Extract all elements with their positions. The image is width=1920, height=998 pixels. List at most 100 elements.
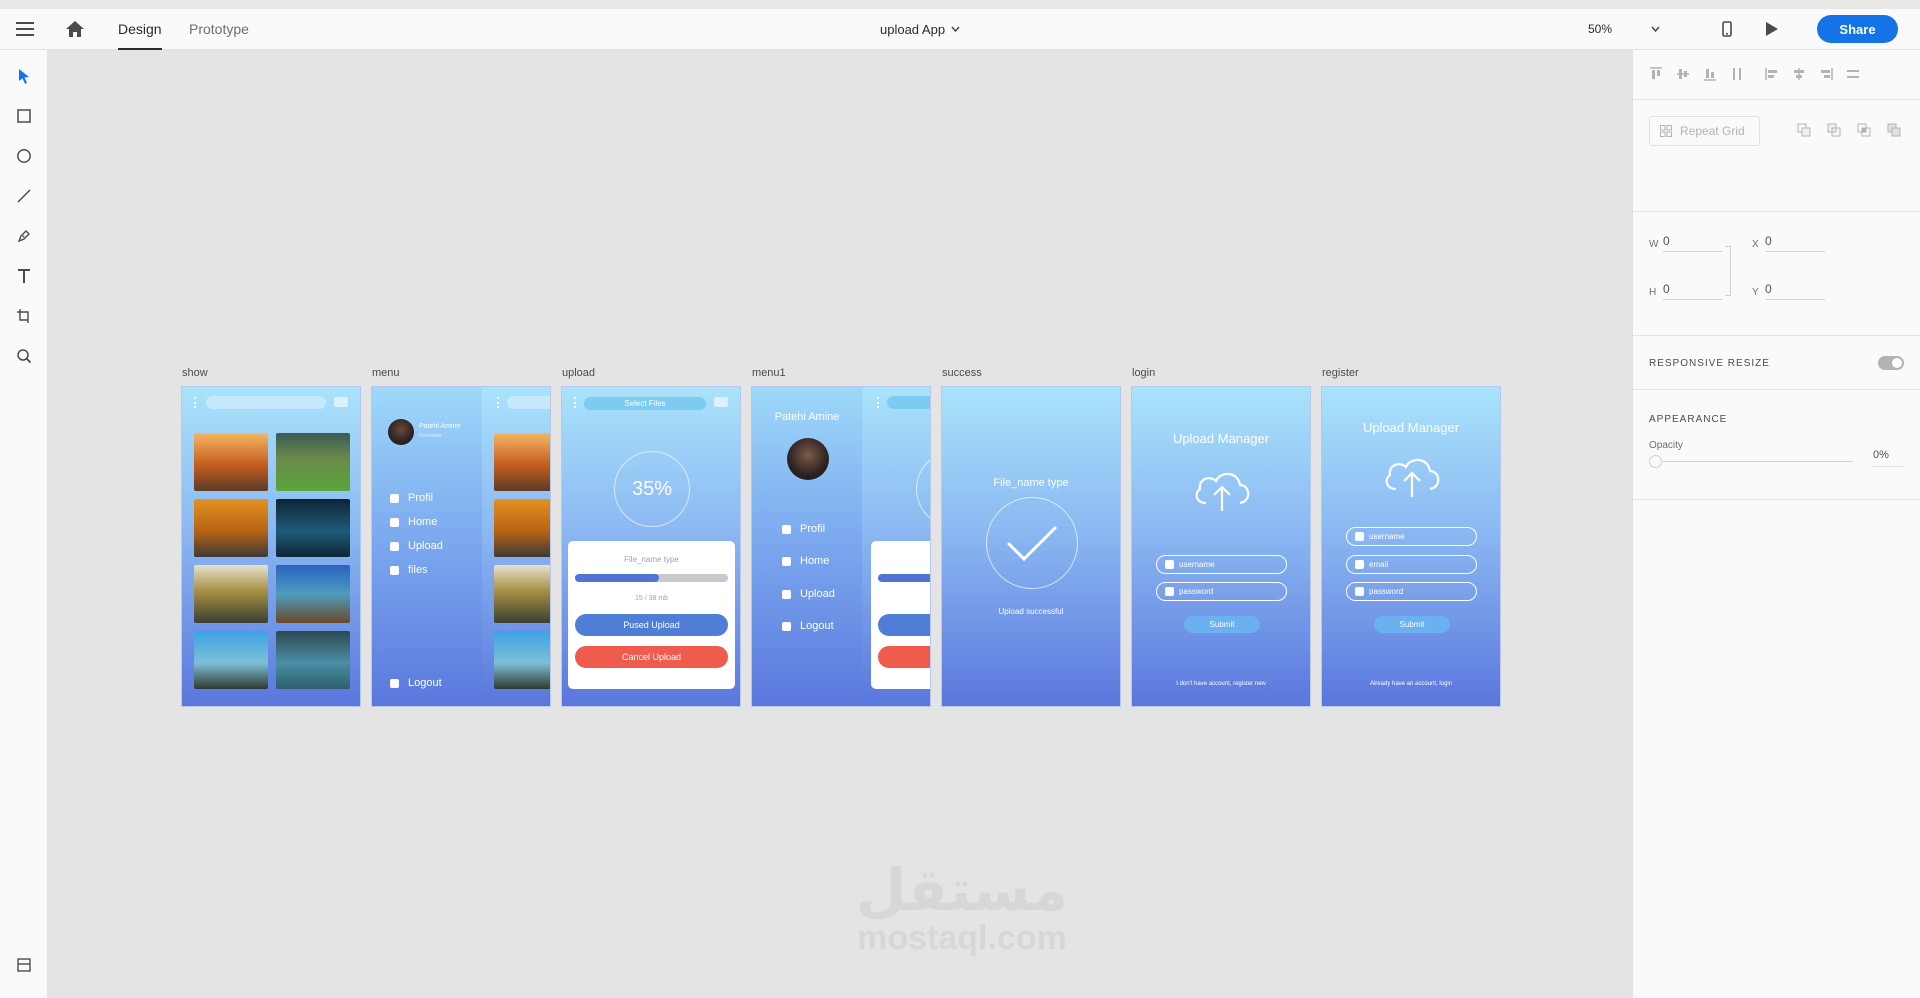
lock-icon — [1355, 587, 1364, 596]
property-inspector: Repeat Grid W 0 H 0 X 0 Y 0 RESPONSIVE R… — [1632, 50, 1920, 998]
username-placeholder: username — [1369, 532, 1405, 541]
artboard-success[interactable]: File_name type Upload successful — [941, 386, 1121, 707]
appearance-label: APPEARANCE — [1649, 414, 1728, 425]
menu-drawer — [752, 387, 862, 706]
x-field[interactable]: 0 — [1765, 234, 1825, 252]
pause-upload-button — [878, 614, 930, 636]
share-button[interactable]: Share — [1817, 15, 1898, 43]
height-label: H — [1649, 287, 1657, 298]
line-tool-icon[interactable] — [12, 184, 36, 208]
menu-dots-icon — [877, 397, 879, 408]
artboard-login[interactable]: Upload Manager username password Submit … — [1131, 386, 1311, 707]
gallery-image — [194, 631, 268, 689]
align-center-icon[interactable] — [1792, 67, 1806, 86]
document-title[interactable]: upload App — [880, 19, 960, 39]
zoom-tool-icon[interactable] — [12, 344, 36, 368]
gallery-image — [276, 565, 350, 623]
file-name: File_name type — [624, 555, 679, 564]
submit-button: Submit — [1184, 616, 1260, 633]
design-canvas[interactable]: show menu Patehi Amine Developer Profil … — [48, 50, 1632, 998]
artboard-tool-icon[interactable] — [12, 304, 36, 328]
repeat-grid-button[interactable]: Repeat Grid — [1649, 116, 1760, 146]
zoom-select[interactable]: 50% — [1588, 19, 1660, 39]
menu-item-logout: Logout — [782, 620, 834, 632]
responsive-resize-label: RESPONSIVE RESIZE — [1649, 358, 1770, 369]
tab-design[interactable]: Design — [118, 9, 162, 50]
search-bar — [507, 396, 550, 409]
repeat-grid-label: Repeat Grid — [1680, 124, 1745, 138]
align-middle-icon[interactable] — [1676, 67, 1690, 86]
responsive-section: RESPONSIVE RESIZE — [1633, 336, 1920, 390]
select-tool-icon[interactable] — [12, 64, 36, 88]
submit-button: Submit — [1374, 616, 1450, 633]
user-icon — [1355, 532, 1364, 541]
opacity-slider-thumb[interactable] — [1649, 455, 1662, 468]
menu-item-upload: Upload — [782, 588, 835, 600]
menu-item-label: Profil — [408, 492, 434, 504]
artboard-show[interactable] — [181, 386, 361, 707]
align-bottom-icon[interactable] — [1703, 67, 1717, 86]
register-link: I don't have account, register new — [1176, 681, 1266, 687]
ellipse-tool-icon[interactable] — [12, 144, 36, 168]
artboard-label-menu[interactable]: menu — [372, 367, 400, 379]
window-top-strip — [0, 0, 1920, 9]
gallery-image — [494, 433, 550, 491]
boolean-add-icon[interactable] — [1797, 123, 1811, 142]
artboard-label-menu1[interactable]: menu1 — [752, 367, 786, 379]
artboard-label-upload[interactable]: upload — [562, 367, 595, 379]
artboard-label-login[interactable]: login — [1132, 367, 1155, 379]
distribute-horizontal-icon[interactable] — [1846, 67, 1860, 86]
artboard-label-show[interactable]: show — [182, 367, 208, 379]
artboard-menu1[interactable]: Patehi Amine Profil Home Upload Logout — [751, 386, 931, 707]
distribute-vertical-icon[interactable] — [1730, 67, 1744, 86]
password-placeholder: password — [1369, 587, 1404, 596]
menu-item-profil: Profil — [390, 492, 433, 504]
menu-item-label: Upload — [800, 588, 835, 600]
rectangle-tool-icon[interactable] — [12, 104, 36, 128]
artboard-menu[interactable]: Patehi Amine Developer Profil Home Uploa… — [371, 386, 551, 707]
boolean-intersect-icon[interactable] — [1857, 123, 1871, 142]
hamburger-menu-icon[interactable] — [14, 18, 36, 40]
home-icon — [390, 517, 399, 527]
gallery-image — [194, 565, 268, 623]
boolean-exclude-icon[interactable] — [1887, 123, 1901, 142]
height-field[interactable]: 0 — [1663, 282, 1723, 300]
boolean-ops — [1797, 123, 1901, 142]
repeat-grid-icon — [1660, 125, 1672, 137]
opacity-field[interactable]: 0% — [1873, 449, 1905, 467]
x-label: X — [1752, 239, 1759, 250]
password-placeholder: password — [1179, 587, 1214, 596]
boolean-subtract-icon[interactable] — [1827, 123, 1841, 142]
align-top-icon[interactable] — [1649, 67, 1663, 86]
artboard-register[interactable]: Upload Manager username email password S… — [1321, 386, 1501, 707]
watermark-arabic: مستقل — [855, 856, 1069, 924]
repeat-grid-section: Repeat Grid — [1633, 100, 1920, 212]
tab-prototype[interactable]: Prototype — [189, 9, 249, 50]
upload-card — [871, 541, 930, 689]
artboard-upload[interactable]: Select Files 35% File_name type 15 / 38 … — [561, 386, 741, 707]
align-left-icon[interactable] — [1765, 67, 1779, 86]
menu-item-upload: Upload — [390, 540, 443, 552]
home-icon — [782, 556, 791, 566]
password-field: password — [1156, 582, 1287, 601]
responsive-resize-toggle[interactable] — [1878, 356, 1904, 370]
width-field[interactable]: 0 — [1663, 234, 1723, 252]
transform-section: W 0 H 0 X 0 Y 0 — [1633, 212, 1920, 336]
y-field[interactable]: 0 — [1765, 282, 1825, 300]
home-icon[interactable] — [64, 18, 86, 40]
opacity-slider-track[interactable] — [1663, 461, 1853, 462]
play-icon[interactable] — [1762, 19, 1782, 39]
menu-item-label: Logout — [408, 677, 442, 689]
text-tool-icon[interactable] — [12, 264, 36, 288]
device-preview-icon[interactable] — [1717, 19, 1737, 39]
pen-tool-icon[interactable] — [12, 224, 36, 248]
layers-panel-icon[interactable] — [12, 953, 36, 977]
gallery-image — [494, 499, 550, 557]
opacity-label: Opacity — [1649, 440, 1683, 451]
app-title: Upload Manager — [1172, 431, 1270, 446]
lock-aspect-icon[interactable] — [1725, 246, 1731, 296]
toggle-knob — [1892, 358, 1902, 368]
artboard-label-register[interactable]: register — [1322, 367, 1359, 379]
align-right-icon[interactable] — [1819, 67, 1833, 86]
artboard-label-success[interactable]: success — [942, 367, 982, 379]
